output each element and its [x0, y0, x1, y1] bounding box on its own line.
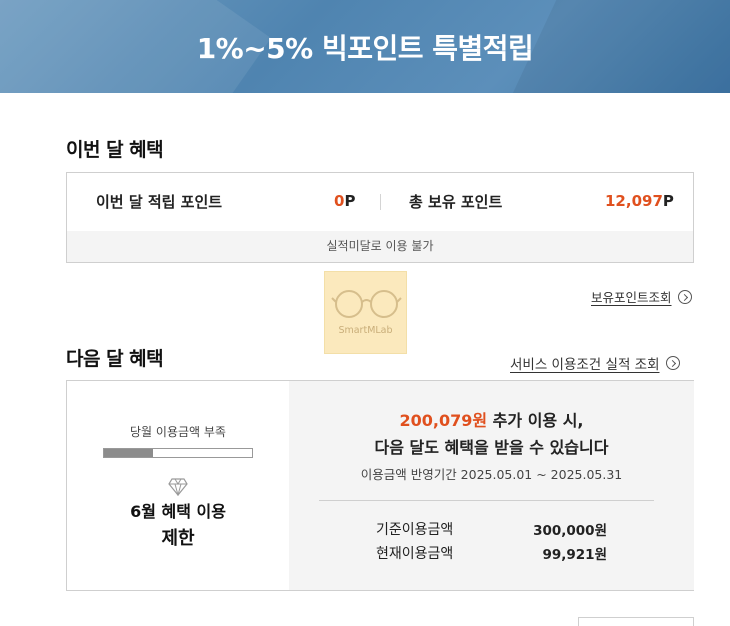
this-month-title: 이번 달 혜택 — [66, 139, 164, 161]
requirement-panel: 200,079원 추가 이용 시, 다음 달도 혜택을 받을 수 있습니다 이용… — [289, 381, 694, 590]
usage-progress-fill — [104, 449, 154, 457]
bottom-button[interactable] — [578, 617, 694, 626]
next-month-box: 당월 이용금액 부족 6월 혜택 이용 제한 200,079원 추가 이용 시,… — [66, 380, 694, 591]
watermark-text: SmartMLab — [338, 325, 393, 336]
points-inquiry-label: 보유포인트조회 — [591, 290, 672, 305]
current-amount-value: 99,921원 — [542, 547, 607, 563]
usage-shortage-label: 당월 이용금액 부족 — [130, 425, 226, 439]
earned-points-value: 0P — [334, 192, 356, 210]
benefit-message: 다음 달도 혜택을 받을 수 있습니다 — [374, 438, 609, 457]
chevron-right-circle-icon — [677, 289, 692, 304]
diamond-icon — [168, 478, 188, 496]
chevron-right-circle-icon — [665, 356, 680, 370]
divider — [380, 194, 381, 210]
header-banner: 1%~5% 빅포인트 특별적립 — [0, 0, 730, 93]
service-condition-link[interactable]: 서비스 이용조건 실적 조회 — [510, 353, 680, 373]
usage-status-panel: 당월 이용금액 부족 6월 혜택 이용 제한 — [67, 381, 289, 590]
watermark-logo: SmartMLab — [324, 271, 407, 354]
this-month-box: 이번 달 적립 포인트 0P 총 보유 포인트 12,097P 실적미달로 이용… — [66, 172, 694, 263]
base-amount-label: 기준이용금액 — [376, 522, 454, 538]
unavailable-note: 실적미달로 이용 불가 — [67, 231, 693, 262]
divider — [319, 500, 654, 501]
needed-amount: 200,079원 — [399, 411, 488, 430]
reflection-period: 이용금액 반영기간 2025.05.01 ~ 2025.05.31 — [360, 467, 623, 482]
benefit-limit-line1: 6월 혜택 이용 — [130, 502, 226, 521]
glasses-logo — [331, 290, 402, 318]
usage-progress-bar — [103, 448, 253, 458]
current-amount-label: 현재이용금액 — [376, 546, 454, 562]
service-condition-label: 서비스 이용조건 실적 조회 — [510, 357, 660, 373]
additional-usage-message: 200,079원 추가 이용 시, — [289, 407, 694, 431]
next-month-title: 다음 달 혜택 — [66, 348, 164, 370]
total-points-value: 12,097P — [605, 192, 674, 210]
earned-points-label: 이번 달 적립 포인트 — [96, 193, 223, 211]
needed-suffix: 추가 이용 시, — [487, 411, 584, 430]
banner-title: 1%~5% 빅포인트 특별적립 — [196, 32, 534, 65]
base-amount-value: 300,000원 — [533, 523, 607, 539]
benefit-limit-line2: 제한 — [161, 528, 195, 549]
total-points-label: 총 보유 포인트 — [409, 193, 503, 211]
points-inquiry-link[interactable]: 보유포인트조회 — [591, 287, 692, 306]
